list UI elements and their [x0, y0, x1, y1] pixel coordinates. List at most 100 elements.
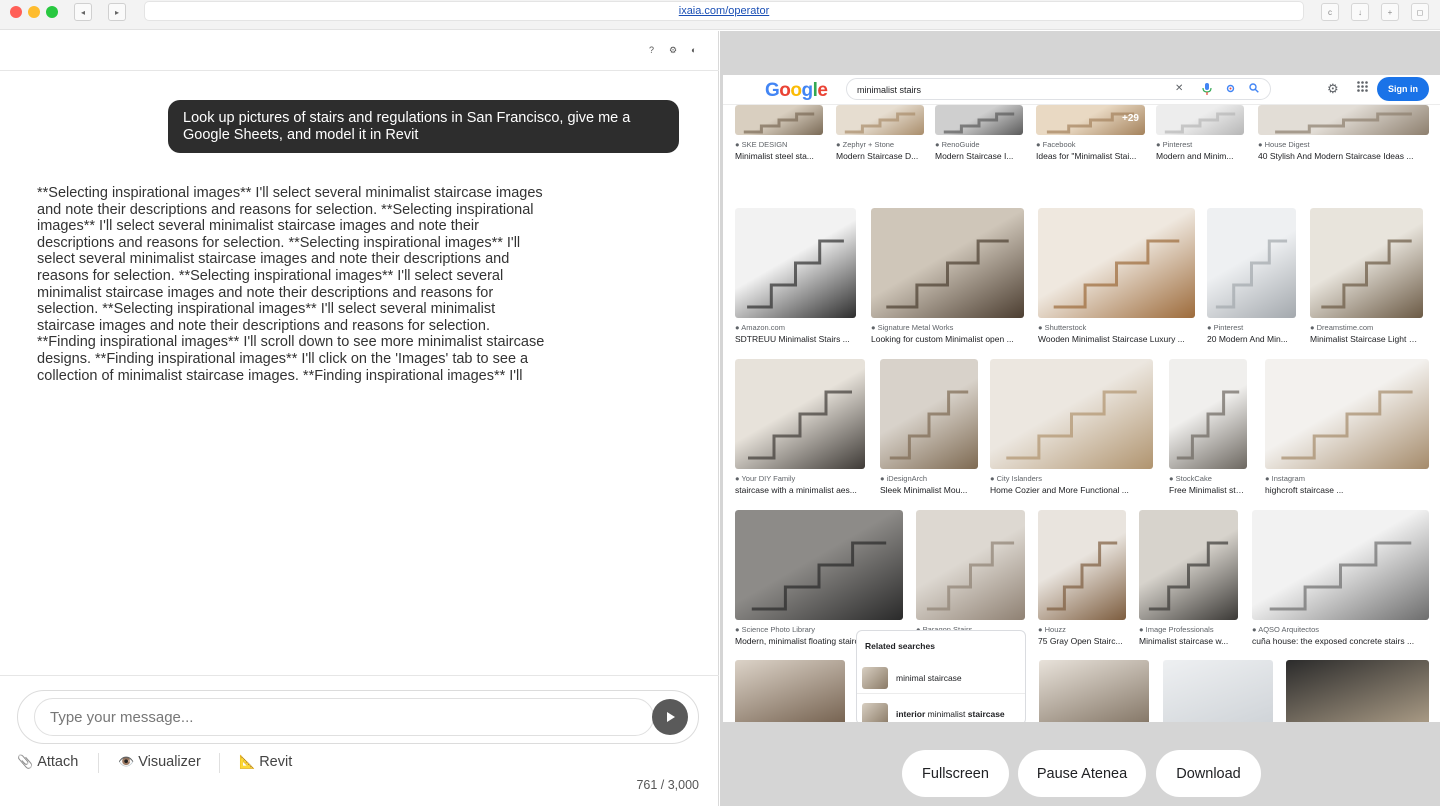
help-icon[interactable]: ? [649, 45, 654, 55]
staircase-thumbnail [1258, 105, 1429, 135]
result-source: ● SKE DESIGN [735, 140, 788, 149]
image-result[interactable]: ● Shutterstock Wooden Minimalist Staircas… [1038, 208, 1195, 354]
minimize-window-button[interactable] [28, 6, 40, 18]
result-title[interactable]: Modern Staircase D... [836, 151, 924, 161]
result-source: ● Pinterest [1156, 140, 1193, 149]
image-result[interactable]: ● RenoGuide Modern Staircase I... [935, 105, 1023, 171]
result-title[interactable]: Modern Staircase I... [935, 151, 1023, 161]
url-text[interactable]: ixaia.com/operator [679, 5, 770, 17]
operator-panel: Google ✕ ⚙ Sign in ● SKE DESIGN Minimalis… [720, 31, 1440, 806]
forward-button[interactable]: ▸ [108, 3, 126, 21]
image-result[interactable]: ● City Islanders Home Cozier and More Fun… [990, 359, 1153, 505]
result-source: ● AQSO Arquitectos [1252, 625, 1320, 634]
image-result[interactable]: ● Dreamstime.com Minimalist Staircase Lig… [1310, 208, 1423, 354]
download-button[interactable]: Download [1156, 750, 1261, 797]
sign-in-button[interactable]: Sign in [1377, 77, 1429, 101]
download-icon: ↓ [1358, 7, 1362, 17]
clear-icon[interactable]: ✕ [1175, 83, 1183, 94]
result-title[interactable]: Minimalist staircase w... [1139, 636, 1238, 646]
image-result[interactable]: ● Houzz 75 Gray Open Stairc... [1038, 510, 1126, 656]
result-title[interactable]: staircase with a minimalist aes... [735, 485, 865, 495]
related-search-label: interior minimalist staircase [896, 709, 1005, 719]
image-result[interactable]: ● StockCake Free Minimalist stai... [1169, 359, 1247, 505]
gear-icon[interactable]: ⚙ [1327, 81, 1339, 97]
image-result[interactable]: ● Pinterest Modern and Minim... [1156, 105, 1244, 171]
image-result[interactable] [1286, 660, 1429, 722]
refresh-button[interactable]: c [1321, 3, 1339, 21]
result-title[interactable]: Minimalist Staircase Light W... [1310, 334, 1423, 344]
result-title[interactable]: Free Minimalist stai... [1169, 485, 1247, 495]
revit-label: Revit [259, 754, 293, 770]
tabs-icon: ◻ [1416, 7, 1424, 17]
result-title[interactable]: Minimalist steel sta... [735, 151, 823, 161]
result-title[interactable]: 40 Stylish And Modern Staircase Ideas ..… [1258, 151, 1429, 161]
apps-grid-icon[interactable] [1357, 81, 1368, 95]
back-button[interactable]: ◂ [74, 3, 92, 21]
image-result[interactable]: ● Instagram highcroft staircase ... [1265, 359, 1429, 505]
result-title[interactable]: Modern and Minim... [1156, 151, 1244, 161]
fullscreen-button[interactable]: Fullscreen [902, 750, 1009, 797]
tabs-overview-button[interactable]: ◻ [1411, 3, 1429, 21]
download-toolbar-button[interactable]: ↓ [1351, 3, 1369, 21]
image-result[interactable]: ● Image Professionals Minimalist staircas… [1139, 510, 1238, 656]
related-searches-card: Related searches minimal staircase inter… [856, 630, 1026, 722]
message-input[interactable] [34, 698, 654, 736]
image-result[interactable]: ● Pinterest 20 Modern And Min... [1207, 208, 1296, 354]
send-button[interactable] [652, 699, 688, 735]
image-result[interactable]: ● Amazon.com SDTREUU Minimalist Stairs ..… [735, 208, 856, 354]
image-result[interactable] [735, 660, 845, 722]
result-title[interactable]: Looking for custom Minimalist open ... [871, 334, 1024, 344]
google-logo[interactable]: Google [765, 80, 828, 102]
image-result[interactable]: ● SKE DESIGN Minimalist steel sta... [735, 105, 823, 171]
image-result[interactable]: +29 ● Facebook Ideas for "Minimalist Stai.… [1036, 105, 1145, 171]
result-title[interactable]: 75 Gray Open Stairc... [1038, 636, 1126, 646]
attach-button[interactable]: 📎 Attach [17, 754, 78, 770]
result-source: ● House Digest [1258, 140, 1310, 149]
theme-toggle-icon[interactable]: ◐ [691, 45, 696, 55]
result-source: ● Facebook [1036, 140, 1076, 149]
result-source: ● Zephyr + Stone [836, 140, 895, 149]
result-source: ● Houzz [1038, 625, 1066, 634]
play-icon [667, 712, 675, 722]
google-search-input[interactable] [857, 82, 1157, 97]
revit-button[interactable]: 📐 Revit [239, 754, 292, 770]
image-result[interactable]: ● AQSO Arquitectos cuña house: the expose… [1252, 510, 1429, 656]
settings-icon[interactable]: ⚙ [669, 45, 677, 56]
staircase-thumbnail [1038, 510, 1126, 620]
related-search-item[interactable]: minimal staircase [862, 665, 1020, 691]
remote-browser-view[interactable]: Google ✕ ⚙ Sign in ● SKE DESIGN Minimalis… [723, 75, 1440, 722]
image-result[interactable]: ● Your DIY Family staircase with a minima… [735, 359, 865, 505]
image-result[interactable]: ● Signature Metal Works Looking for custo… [871, 208, 1024, 354]
search-icon[interactable] [1249, 83, 1259, 96]
result-title[interactable]: 20 Modern And Min... [1207, 334, 1296, 344]
result-title[interactable]: Wooden Minimalist Staircase Luxury ... [1038, 334, 1195, 344]
staircase-thumbnail [1139, 510, 1238, 620]
microphone-icon[interactable] [1202, 83, 1212, 98]
maximize-window-button[interactable] [46, 6, 58, 18]
result-title[interactable]: SDTREUU Minimalist Stairs ... [735, 334, 856, 344]
result-title[interactable]: highcroft staircase ... [1265, 485, 1429, 495]
chat-panel: ? ⚙ ◐ Look up pictures of stairs and reg… [0, 31, 719, 806]
result-title[interactable]: cuña house: the exposed concrete stairs … [1252, 636, 1429, 646]
google-header: Google ✕ ⚙ Sign in [723, 75, 1440, 105]
result-title[interactable]: Home Cozier and More Functional ... [990, 485, 1153, 495]
image-result[interactable] [1163, 660, 1273, 722]
result-title[interactable]: Sleek Minimalist Mou... [880, 485, 978, 495]
image-result[interactable] [1039, 660, 1149, 722]
user-message-text: Look up pictures of stairs and regulatio… [183, 110, 631, 143]
related-search-item[interactable]: interior minimalist staircase [862, 701, 1020, 722]
staircase-thumbnail [871, 208, 1024, 318]
more-images-badge: +29 [1122, 113, 1139, 124]
url-bar[interactable]: ixaia.com/operator [144, 1, 1304, 21]
image-result[interactable]: ● House Digest 40 Stylish And Modern Stai… [1258, 105, 1429, 171]
image-result[interactable]: ● iDesignArch Sleek Minimalist Mou... [880, 359, 978, 505]
close-window-button[interactable] [10, 6, 22, 18]
back-icon: ◂ [80, 7, 85, 17]
pause-button[interactable]: Pause Atenea [1018, 750, 1146, 797]
visualizer-button[interactable]: 👁️ Visualizer [118, 754, 201, 770]
result-title[interactable]: Ideas for "Minimalist Stai... [1036, 151, 1145, 161]
image-result[interactable]: ● Zephyr + Stone Modern Staircase D... [836, 105, 924, 171]
new-tab-button[interactable]: + [1381, 3, 1399, 21]
lens-icon[interactable] [1225, 83, 1236, 97]
result-source: ● Instagram [1265, 474, 1305, 483]
